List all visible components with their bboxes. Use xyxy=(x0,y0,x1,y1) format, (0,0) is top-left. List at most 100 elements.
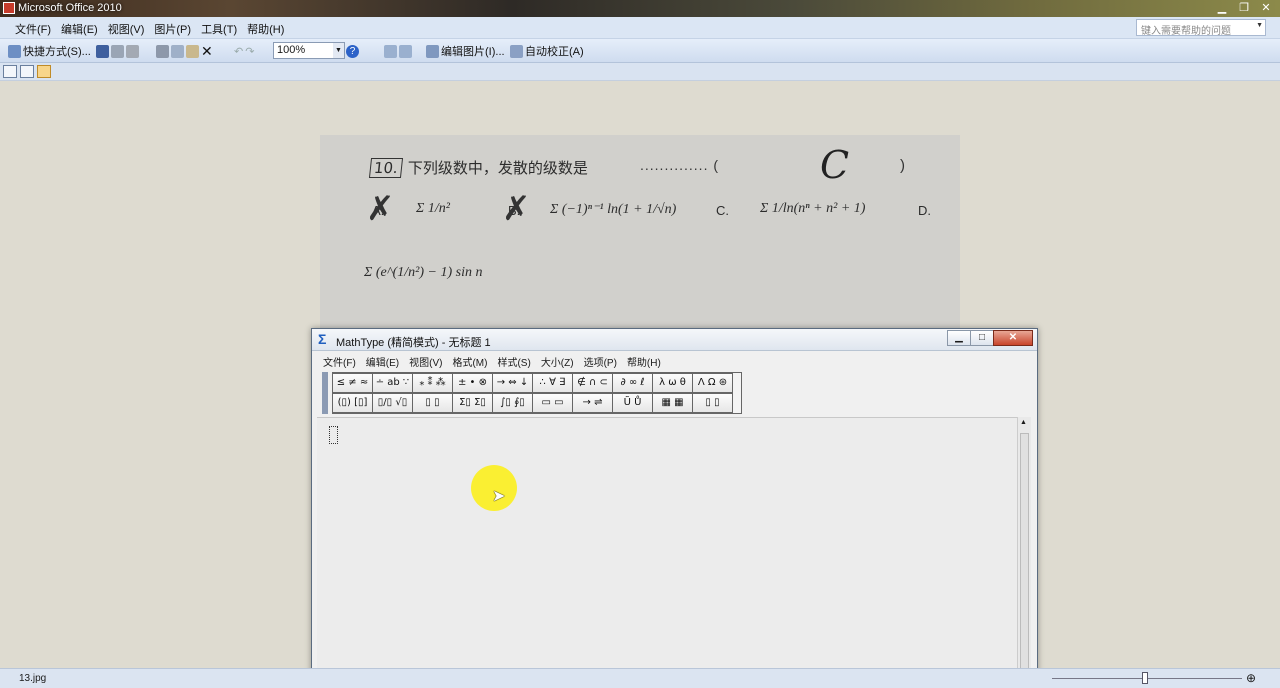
template-palette-row: (▯) [▯] ▯/▯ √▯ ▯ ▯ Σ▯ Σ▯ ∫▯ ∮▯ ▭ ▭ → ⇌ Ũ… xyxy=(332,393,743,413)
undo-icon[interactable]: ↶ xyxy=(234,45,243,58)
option-d-label: D. xyxy=(918,203,931,218)
cut-icon[interactable] xyxy=(156,44,169,58)
integral-template-button[interactable]: ∫▯ ∮▯ xyxy=(492,393,533,413)
minimize-icon[interactable]: ▁ xyxy=(947,330,971,346)
question-text: 下列级数中，发散的级数是 xyxy=(407,159,588,177)
chevron-down-icon: ▼ xyxy=(333,43,344,58)
mathtype-title: MathType (精简模式) - 无标题 1 xyxy=(336,337,491,349)
print-preview-icon[interactable] xyxy=(126,44,139,58)
zoom-select[interactable]: 100% ▼ xyxy=(273,42,345,59)
print-icon[interactable] xyxy=(111,44,124,58)
mt-menu-view[interactable]: 视图(V) xyxy=(404,354,447,369)
office-app-icon xyxy=(3,2,15,14)
misc-palette-button[interactable]: ∂ ∞ ℓ xyxy=(612,373,653,393)
answer-blank: .............. ( xyxy=(640,157,720,173)
palette-grip[interactable] xyxy=(322,372,328,414)
embellishments-palette-button[interactable]: ⁎ ⁑ ⁂ xyxy=(412,373,453,393)
sets-palette-button[interactable]: ∉ ∩ ⊂ xyxy=(572,373,613,393)
auto-correct-button[interactable]: 自动校正(A) xyxy=(510,43,584,59)
rotate-left-icon[interactable] xyxy=(384,44,397,58)
help-button[interactable]: ? xyxy=(346,43,359,59)
greek-lower-palette-button[interactable]: λ ω θ xyxy=(652,373,693,393)
menu-tools[interactable]: 工具(T) xyxy=(196,21,242,37)
bar-template-button[interactable]: ▭ ▭ xyxy=(532,393,573,413)
fence-template-button[interactable]: (▯) [▯] xyxy=(332,393,373,413)
menu-edit[interactable]: 编辑(E) xyxy=(56,21,103,37)
relations-palette-button[interactable]: ≤ ≠ ≈ xyxy=(332,373,373,393)
mt-menu-edit[interactable]: 编辑(E) xyxy=(361,354,404,369)
auto-correct-label: 自动校正(A) xyxy=(525,46,584,58)
mathtype-menu-bar: 文件(F) 编辑(E) 视图(V) 格式(M) 样式(S) 大小(Z) 选项(P… xyxy=(312,351,1037,369)
labeled-arrow-template-button[interactable]: → ⇌ xyxy=(572,393,613,413)
close-icon[interactable]: ✕ xyxy=(1256,1,1276,15)
arrows-palette-button[interactable]: → ⇔ ↓ xyxy=(492,373,533,393)
operators-palette-button[interactable]: ± • ⊗ xyxy=(452,373,493,393)
edit-buttons: ✕ xyxy=(156,43,213,59)
product-template-button[interactable]: Ũ Ů xyxy=(612,393,653,413)
fraction-radical-template-button[interactable]: ▯/▯ √▯ xyxy=(372,393,413,413)
mt-menu-options[interactable]: 选项(P) xyxy=(579,354,622,369)
zoom-slider-thumb[interactable] xyxy=(1142,672,1148,684)
mt-menu-file[interactable]: 文件(F) xyxy=(318,354,361,369)
rotate-right-icon[interactable] xyxy=(399,44,412,58)
shortcut-button[interactable]: 快捷方式(S)... xyxy=(8,43,91,59)
minimize-icon[interactable]: ▁ xyxy=(1212,1,1232,15)
option-a-expression: Σ 1/n² xyxy=(416,201,450,216)
edit-picture-button[interactable]: 编辑图片(I)... xyxy=(426,43,505,59)
view-toolbar xyxy=(0,63,1280,81)
mt-menu-help[interactable]: 帮助(H) xyxy=(622,354,666,369)
mathtype-window: Σ MathType (精简模式) - 无标题 1 ▁ □ ✕ 文件(F) 编辑… xyxy=(311,328,1038,688)
app-title-bar: Microsoft Office 2010 ▁ ❐ ✕ xyxy=(0,0,1280,17)
standard-toolbar: 快捷方式(S)... ✕ ↶ ↷ ? 编辑图片(I)... 自动校正(A) xyxy=(0,39,1280,63)
copy-icon[interactable] xyxy=(171,44,184,58)
spaces-palette-button[interactable]: ∸ ab ∵ xyxy=(372,373,413,393)
menu-file[interactable]: 文件(F) xyxy=(10,21,56,37)
question-stem: 10. 下列级数中，发散的级数是 xyxy=(368,157,588,178)
option-b-expression: Σ (−1)ⁿ⁻¹ ln(1 + 1/√n) xyxy=(550,202,677,217)
zoom-value: 100% xyxy=(277,44,306,56)
option-d-expression: Σ (e^(1/n²) − 1) sin n xyxy=(364,265,483,280)
symbol-palette: ≤ ≠ ≈ ∸ ab ∵ ⁎ ⁑ ⁂ ± • ⊗ → ⇔ ↓ ∴ ∀ ∃ ∉ ∩… xyxy=(332,372,742,414)
closing-paren: ) xyxy=(900,157,905,174)
filmstrip-view-icon[interactable] xyxy=(20,65,34,78)
maximize-icon[interactable]: □ xyxy=(970,330,994,346)
scroll-up-icon[interactable]: ▲ xyxy=(1020,419,1027,426)
rotate-buttons xyxy=(384,43,412,59)
scroll-thumb[interactable] xyxy=(1020,433,1029,683)
shortcut-label: 快捷方式(S)... xyxy=(23,46,91,58)
thumbnail-view-icon[interactable] xyxy=(3,65,17,78)
handwritten-answer: C xyxy=(820,143,850,187)
mouse-pointer-icon: ➤ xyxy=(492,488,506,505)
single-view-icon[interactable] xyxy=(37,65,51,78)
script-template-button[interactable]: ▯ ▯ xyxy=(412,393,453,413)
mt-menu-format[interactable]: 格式(M) xyxy=(447,354,492,369)
vertical-scrollbar[interactable]: ▲ xyxy=(1017,417,1031,687)
close-icon[interactable]: ✕ xyxy=(993,330,1033,346)
menu-help[interactable]: 帮助(H) xyxy=(242,21,289,37)
mathtype-sigma-icon: Σ xyxy=(318,331,327,347)
edit-picture-icon xyxy=(426,44,439,58)
file-buttons xyxy=(96,43,139,59)
equation-edit-area[interactable] xyxy=(317,417,1017,687)
menu-picture[interactable]: 图片(P) xyxy=(149,21,196,37)
greek-upper-palette-button[interactable]: Λ Ω ⊛ xyxy=(692,373,733,393)
redo-icon[interactable]: ↷ xyxy=(245,45,254,58)
summation-template-button[interactable]: Σ▯ Σ▯ xyxy=(452,393,493,413)
shortcut-icon xyxy=(8,44,21,58)
history-buttons: ↶ ↷ xyxy=(234,43,254,59)
paste-icon[interactable] xyxy=(186,44,199,58)
mt-menu-style[interactable]: 样式(S) xyxy=(492,354,535,369)
delete-icon[interactable]: ✕ xyxy=(201,43,213,60)
menu-view[interactable]: 视图(V) xyxy=(103,21,150,37)
restore-icon[interactable]: ❐ xyxy=(1234,1,1254,15)
symbol-palette-row: ≤ ≠ ≈ ∸ ab ∵ ⁎ ⁑ ⁂ ± • ⊗ → ⇔ ↓ ∴ ∀ ∃ ∉ ∩… xyxy=(332,373,743,393)
save-icon[interactable] xyxy=(96,44,109,58)
help-search-input[interactable]: 键入需要帮助的问题 xyxy=(1136,19,1266,37)
box-template-button[interactable]: ▯ ▯ xyxy=(692,393,733,413)
matrix-template-button[interactable]: ▦ ▦ xyxy=(652,393,693,413)
mt-menu-size[interactable]: 大小(Z) xyxy=(536,354,579,369)
zoom-in-icon[interactable]: ⊕ xyxy=(1246,671,1256,685)
logic-palette-button[interactable]: ∴ ∀ ∃ xyxy=(532,373,573,393)
auto-correct-icon xyxy=(510,44,523,58)
help-icon: ? xyxy=(346,44,359,58)
